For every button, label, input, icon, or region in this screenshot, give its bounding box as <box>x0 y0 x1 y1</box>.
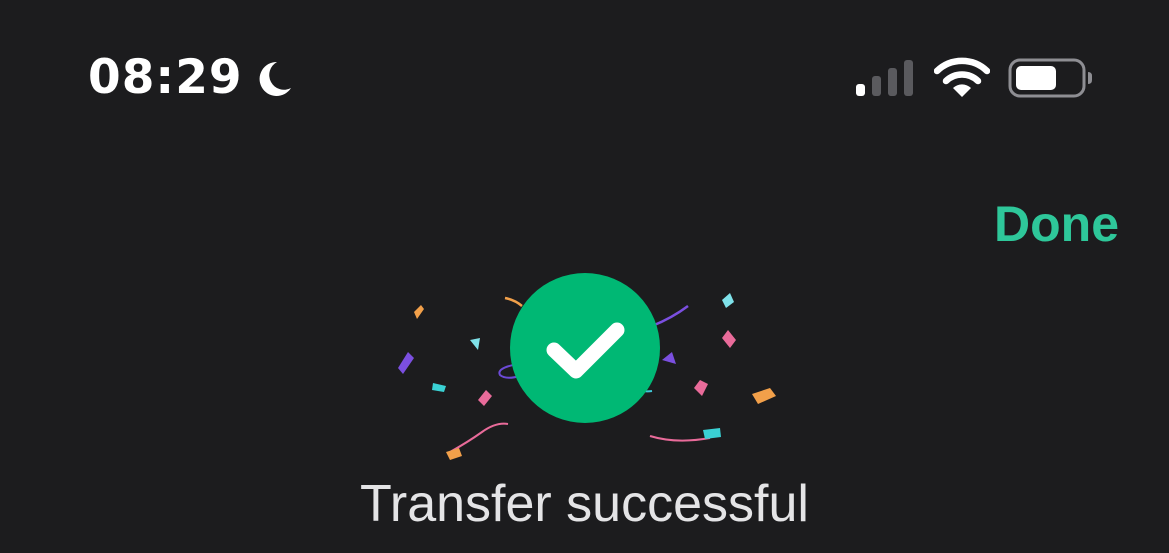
wifi-icon <box>934 57 990 97</box>
moon-icon <box>259 61 291 96</box>
done-button[interactable]: Done <box>994 196 1119 252</box>
status-time: 08:29 <box>88 50 243 105</box>
success-title: Transfer successful <box>360 475 809 533</box>
cellular-signal-icon <box>856 60 913 96</box>
transfer-success-screen: 08:29 Done Transfer successful <box>0 0 1169 553</box>
checkmark-icon <box>546 322 625 379</box>
battery-icon <box>1008 58 1092 98</box>
